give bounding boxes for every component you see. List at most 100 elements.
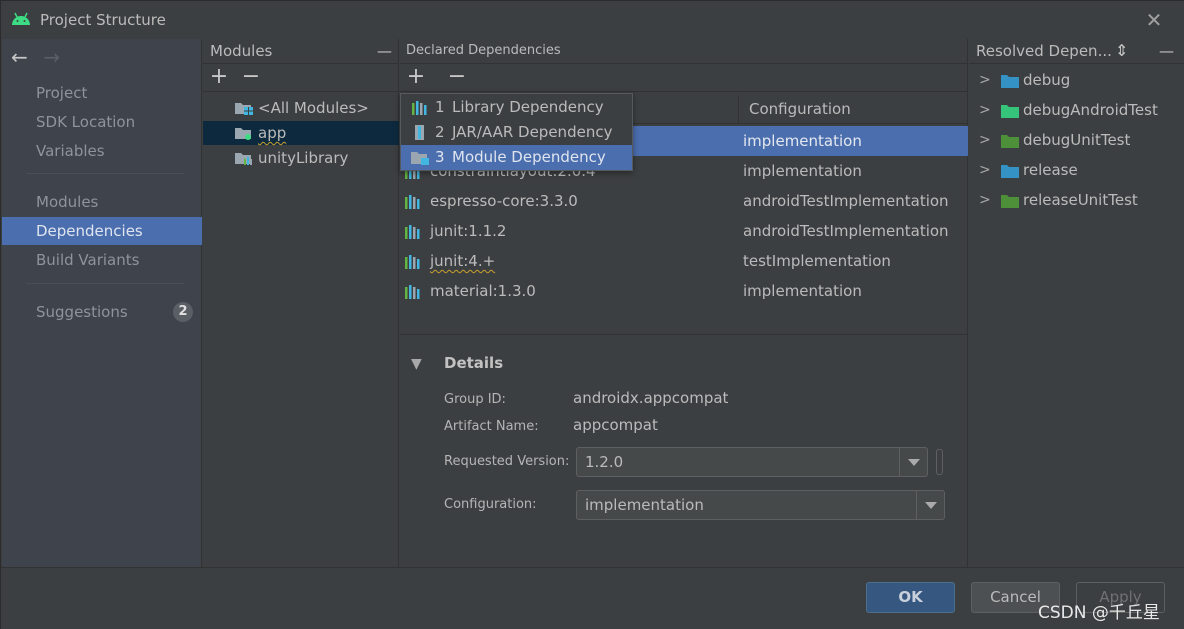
minimize-icon[interactable]: — [377,39,392,63]
nav-divider [26,173,184,174]
menu-item-label: Library Dependency [452,98,604,116]
dependency-configuration: implementation [743,132,862,150]
configuration-label: Configuration: [444,497,537,512]
collapse-triangle-icon[interactable]: ▼ [411,356,422,372]
module-label: unityLibrary [258,149,349,167]
sidebar-item-modules[interactable]: Modules [2,188,202,216]
tree-item-debug-android-test[interactable]: > debugAndroidTest [969,95,1184,125]
table-row[interactable]: material:1.3.0 implementation [400,276,968,306]
jar-icon [415,125,424,140]
tree-item-label: release [1023,161,1078,179]
modules-toolbar: + − [203,64,398,92]
nav-divider [26,283,184,284]
configuration-combo[interactable]: implementation [576,490,945,520]
group-id-value: androidx.appcompat [573,389,729,407]
watermark-text: CSDN @千丘星 [1038,603,1160,623]
chevron-down-icon[interactable] [899,448,927,476]
library-icon [405,285,420,299]
tree-item-debug-unit-test[interactable]: > debugUnitTest [969,125,1184,155]
close-icon[interactable]: ✕ [1144,10,1164,30]
requested-version-combo[interactable]: 1.2.0 [576,447,928,477]
resolved-panel-header: Resolved Depen... ⇕ — [969,39,1184,64]
android-logo-icon [12,12,30,25]
dependency-name: junit:1.1.2 [430,222,507,240]
menu-item-label: Module Dependency [452,148,606,166]
column-header-configuration[interactable]: Configuration [738,95,968,124]
table-row[interactable]: espresso-core:3.3.0 androidTestImplement… [400,186,968,216]
chevron-right-icon[interactable]: > [979,65,991,95]
module-item-unity-library[interactable]: unityLibrary [203,146,399,170]
dependency-configuration: androidTestImplementation [743,192,949,210]
module-item-app[interactable]: app [203,121,399,145]
dependency-configuration: testImplementation [743,252,891,270]
tree-item-label: debug [1023,71,1071,89]
menu-item-label: JAR/AAR Dependency [452,123,613,141]
resolved-panel-title: Resolved Depen... [976,42,1112,60]
module-label: app [258,124,287,142]
configuration-value: implementation [585,496,704,514]
folder-icon [1001,195,1019,208]
sidebar-item-dependencies[interactable]: Dependencies [2,217,202,245]
dependency-configuration: implementation [743,162,862,180]
chevron-down-icon[interactable] [916,491,944,519]
chevron-right-icon[interactable]: > [979,155,991,185]
folder-icon [1001,135,1019,148]
minimize-icon[interactable]: — [1159,39,1174,63]
tree-item-label: releaseUnitTest [1023,191,1138,209]
menu-item-number: 2 [435,123,445,141]
tree-item-label: debugUnitTest [1023,131,1131,149]
menu-item-number: 3 [435,148,445,166]
sidebar-item-suggestions[interactable]: Suggestions 2 [2,298,202,326]
modules-panel-header: Modules — [203,39,398,64]
tree-item-debug[interactable]: > debug [969,65,1184,95]
module-icon [411,152,429,165]
collapse-all-icon[interactable]: ⇕ [1115,39,1128,63]
menu-item-library-dependency[interactable]: 1 Library Dependency [401,95,632,120]
sidebar-item-build-variants[interactable]: Build Variants [2,246,202,274]
remove-dependency-button[interactable]: − [446,66,468,88]
menu-item-jar-aar-dependency[interactable]: 2 JAR/AAR Dependency [401,120,632,145]
sidebar-item-project[interactable]: Project [2,79,202,107]
sidebar-item-label: Suggestions [36,303,128,321]
add-module-button[interactable]: + [208,66,230,88]
menu-item-module-dependency[interactable]: 3 Module Dependency [401,145,632,170]
sidebar-item-variables[interactable]: Variables [2,137,202,165]
add-dependency-popup: 1 Library Dependency 2 JAR/AAR Dependenc… [400,93,633,171]
back-arrow-icon[interactable]: ← [11,45,37,69]
dependency-name: material:1.3.0 [430,282,536,300]
all-modules-icon [235,103,253,115]
folder-icon [1001,105,1019,118]
requested-version-value: 1.2.0 [585,453,624,471]
folder-icon [1001,75,1019,88]
module-label: <All Modules> [258,99,369,117]
chevron-right-icon[interactable]: > [979,125,991,155]
folder-icon [1001,165,1019,178]
chevron-right-icon[interactable]: > [979,95,991,125]
ok-button[interactable]: OK [866,582,955,613]
artifact-name-value: appcompat [573,416,658,434]
sidebar-nav: ← → Project SDK Location Variables Modul… [2,39,202,567]
dependency-configuration: androidTestImplementation [743,222,949,240]
library-icon [405,195,420,209]
add-dependency-button[interactable]: + [405,66,427,88]
project-structure-dialog: Project Structure ✕ ← → Project SDK Loca… [0,0,1184,629]
dependency-configuration: implementation [743,282,862,300]
table-row[interactable]: junit:1.1.2 androidTestImplementation [400,216,968,246]
chevron-right-icon[interactable]: > [979,185,991,215]
version-extra-field[interactable] [936,449,943,475]
dialog-button-bar: OK Cancel Apply CSDN @千丘星 [1,567,1184,629]
details-section: ▼ Details Group ID: androidx.appcompat A… [400,336,968,567]
artifact-name-label: Artifact Name: [444,419,539,434]
tree-item-release-unit-test[interactable]: > releaseUnitTest [969,185,1184,215]
modules-panel-title: Modules [210,42,273,60]
sidebar-item-sdk-location[interactable]: SDK Location [2,108,202,136]
forward-arrow-icon[interactable]: → [43,45,69,69]
table-row[interactable]: junit:4.+ testImplementation [400,246,968,276]
resolved-dependencies-panel: Resolved Depen... ⇕ — > debug > debugAnd… [969,39,1184,567]
suggestions-count-badge: 2 [173,302,193,322]
window-title: Project Structure [40,11,166,29]
tree-item-release[interactable]: > release [969,155,1184,185]
module-item-all-modules[interactable]: <All Modules> [203,96,399,120]
remove-module-button[interactable]: − [240,66,262,88]
history-arrows: ← → [11,45,69,69]
